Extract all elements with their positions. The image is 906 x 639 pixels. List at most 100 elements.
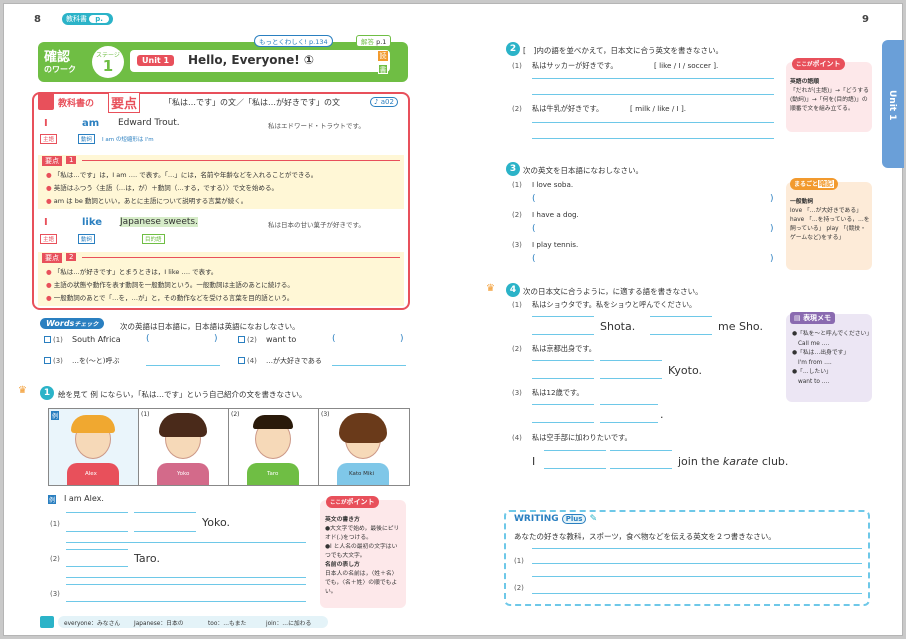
q2-1-words: [ like / I / soccer ]. <box>654 61 719 70</box>
q2-number: 2 <box>506 42 520 56</box>
q1-a2-blank-1[interactable] <box>66 566 128 567</box>
q3-2-num: (2) <box>512 211 522 219</box>
q1-a1-blank-1[interactable] <box>66 531 128 532</box>
q4-number: 4 <box>506 283 520 297</box>
q4-4-blank-2[interactable] <box>610 468 672 469</box>
picture-strip: 例 Alex (1) Yoko (2) Taro (3) Kato Miki <box>48 408 410 486</box>
q1-example: I am Alex. <box>64 494 104 503</box>
q4-3-blank-2[interactable] <box>600 422 658 423</box>
memo-icon: ▤ <box>794 314 801 322</box>
q4-3-ja: 私は12歳です。 <box>532 388 584 397</box>
marugoto-box: まるごと暗記 一般動詞 love 「…が大好きである」 have 「…を持ってい… <box>786 178 872 270</box>
words-check-logo: Wordsチェック <box>40 318 105 329</box>
example-2: I like Japanese sweets. 私は日本の甘い菓子が好きです。 … <box>38 214 404 252</box>
q3-3-en: I play tennis. <box>532 240 579 249</box>
q4-1-ja: 私はショウタです。私をショウと呼んでください。 <box>532 300 697 309</box>
crown-icon: ♛ <box>18 385 27 396</box>
writing-1-num: (1) <box>514 557 524 565</box>
crown-icon-q4: ♛ <box>486 283 495 294</box>
q1-a1-blank-2[interactable] <box>134 531 196 532</box>
q1-a3-blank[interactable] <box>66 601 306 602</box>
point-title-a: 教科書の <box>58 99 95 109</box>
kakunin-title: 確認 <box>44 50 71 65</box>
q2-2-answer[interactable] <box>532 138 774 139</box>
q1-a2-num: (2) <box>50 555 60 563</box>
q4-1-num: (1) <box>512 301 522 309</box>
word-checkbox-1[interactable] <box>44 336 51 343</box>
writing-2-num: (2) <box>514 584 524 592</box>
q3-2-en: I have a dog. <box>532 210 579 219</box>
point-subtitle: 「私は…です」の文／「私は…が好きです」の文 <box>164 98 340 107</box>
q3-1-en: I love soba. <box>532 180 574 189</box>
q3-number: 3 <box>506 162 520 176</box>
kokoga-point-left: ここがポイント 英文の書き方 ●大文字で始め，最後にピリオド(.)をつける。 ●… <box>320 496 406 608</box>
q4-1-w2: me Sho. <box>718 320 763 333</box>
q1-a3-num: (3) <box>50 590 60 598</box>
q2-1-answer[interactable] <box>532 94 774 95</box>
q2-2-num: (2) <box>512 105 522 113</box>
motto-link[interactable]: もっとくわしく! p.134 <box>254 35 333 47</box>
no-work-label: のワーク <box>44 65 76 74</box>
q2-2-ja: 私は牛乳が好きです。 <box>532 104 604 113</box>
point-2: 要点 2 ● 「私は…が好きです」とまうときは，I like …. で表す。 ●… <box>38 252 404 306</box>
q4-3-blank-1[interactable] <box>532 422 594 423</box>
word-checkbox-3[interactable] <box>44 357 51 364</box>
taro-hair <box>253 415 293 429</box>
textbook-label: 教科書 p. <box>62 13 113 25</box>
vocab-icon <box>40 616 54 628</box>
point-1: 要点 1 ● 「私は…です」は，I am …. で表す。「…」には，名前や年齢な… <box>38 155 404 209</box>
q3-2-answer[interactable]: ( <box>532 224 536 234</box>
yoko-hair <box>159 413 207 437</box>
write-tab: 書 <box>378 64 388 74</box>
workbook-spread: 8 教科書 p. 確認 のワーク ステージ 1 Unit 1 Unit 1 He… <box>3 3 904 636</box>
q4-2-ja: 私は京都出身です。 <box>532 344 596 353</box>
q2-1-ja: 私はサッカーが好きです。 <box>532 61 618 70</box>
writing-2-answer[interactable] <box>532 593 862 594</box>
q4-2-blank-1[interactable] <box>532 378 594 379</box>
audio-icon: ♪ <box>374 98 379 106</box>
unit-side-tab[interactable]: Unit 1 <box>882 40 904 168</box>
word-checkbox-2[interactable] <box>238 336 245 343</box>
q3-3-num: (3) <box>512 241 522 249</box>
picture-example: 例 Alex <box>49 409 139 485</box>
book-icon <box>38 92 54 110</box>
kokoga-point-right: ここがポイント 英語の語順 「だれが(主語)」→「どうする(動詞)」→「何を(目… <box>786 58 872 132</box>
writing-instruction: あなたの好きな教科，スポーツ，食べ物などを伝える英文を２つ書きなさい。 <box>514 532 776 541</box>
q3-1-num: (1) <box>512 181 522 189</box>
q3-instruction: 次の英文を日本語になおしなさい。 <box>523 166 643 175</box>
writing-plus-box <box>504 510 870 606</box>
q4-4-ja: 私は空手部に加わりたいです。 <box>532 433 632 442</box>
q4-1-blank-1[interactable] <box>532 334 594 335</box>
point-title-b: 要点 <box>108 92 141 113</box>
read-tab: 読 <box>378 51 388 61</box>
q1-instruction: 絵を見て 例 にならい，「私は…です」という自己紹介の文を書きなさい。 <box>58 390 307 399</box>
q2-instruction: [ ]内の語を並べかえて，日本文に合う英文を書きなさい。 <box>523 46 723 55</box>
q2-1-num: (1) <box>512 62 522 70</box>
q1-a2-word: Taro. <box>134 552 160 565</box>
word-checkbox-4[interactable] <box>238 357 245 364</box>
q4-4-rest: join the karate club. <box>678 455 789 468</box>
pencil-icon: ✎ <box>589 514 598 524</box>
q4-4-blank-1[interactable] <box>544 468 606 469</box>
q4-2-blank-2[interactable] <box>600 378 662 379</box>
q4-3-num: (3) <box>512 389 522 397</box>
footer-vocab: everyone：みなさん Japanese：日本の too：…もまた join… <box>58 616 328 628</box>
example-1: I am Edward Trout. 私はエドワード・トラウトです。 主語 動詞… <box>38 114 404 154</box>
q4-1-w1: Shota. <box>600 320 636 333</box>
example-tag: 例 <box>48 495 57 504</box>
q4-2-num: (2) <box>512 345 522 353</box>
q4-2-w1: Kyoto. <box>668 364 702 377</box>
picture-1: (1) Yoko <box>139 409 229 485</box>
unit-tag-label: Unit 1 <box>137 55 175 66</box>
audio-track[interactable]: ♪ a02 <box>370 97 398 107</box>
writing-1-answer[interactable] <box>532 563 862 564</box>
q4-1-blank-2[interactable] <box>650 334 712 335</box>
q1-a1-word: Yoko. <box>202 516 230 529</box>
q2-2-words: [ milk / like / I ]. <box>630 104 687 113</box>
q4-4-num: (4) <box>512 434 522 442</box>
unit-title: Hello, Everyone! ① <box>188 53 315 67</box>
miki-hair <box>339 413 387 443</box>
q3-1-answer[interactable]: ( <box>532 194 536 204</box>
q3-3-answer[interactable]: ( <box>532 254 536 264</box>
q1-a1-num: (1) <box>50 520 60 528</box>
